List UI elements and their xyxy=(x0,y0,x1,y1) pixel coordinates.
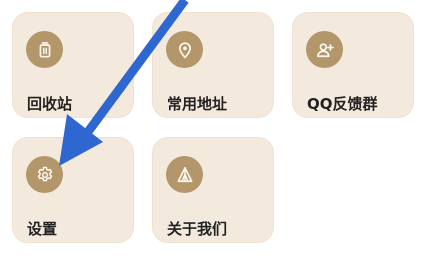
qq-feedback-group-card[interactable]: QQ反馈群 xyxy=(292,12,414,118)
trash-icon xyxy=(39,41,50,57)
recycle-bin-card[interactable]: 回收站 xyxy=(12,12,134,118)
frequent-address-icon-badge xyxy=(166,31,203,68)
add-user-icon xyxy=(316,42,334,57)
gear-icon xyxy=(37,166,52,181)
location-pin-icon xyxy=(178,41,191,58)
tent-icon xyxy=(177,166,192,182)
frequent-address-label: 常用地址 xyxy=(167,95,228,113)
about-us-icon-badge xyxy=(166,156,203,193)
menu-grid: 回收站 常用地址 QQ反馈群 设置 关于我们 xyxy=(0,0,437,258)
qq-feedback-icon-badge xyxy=(306,31,343,68)
frequent-address-card[interactable]: 常用地址 xyxy=(152,12,274,118)
about-us-card[interactable]: 关于我们 xyxy=(152,137,274,243)
settings-icon-badge xyxy=(26,156,63,193)
recycle-bin-label: 回收站 xyxy=(27,95,73,113)
about-us-label: 关于我们 xyxy=(167,220,228,238)
qq-feedback-group-label: QQ反馈群 xyxy=(307,95,378,113)
settings-card[interactable]: 设置 xyxy=(12,137,134,243)
settings-label: 设置 xyxy=(27,220,58,238)
recycle-bin-icon-badge xyxy=(26,31,63,68)
